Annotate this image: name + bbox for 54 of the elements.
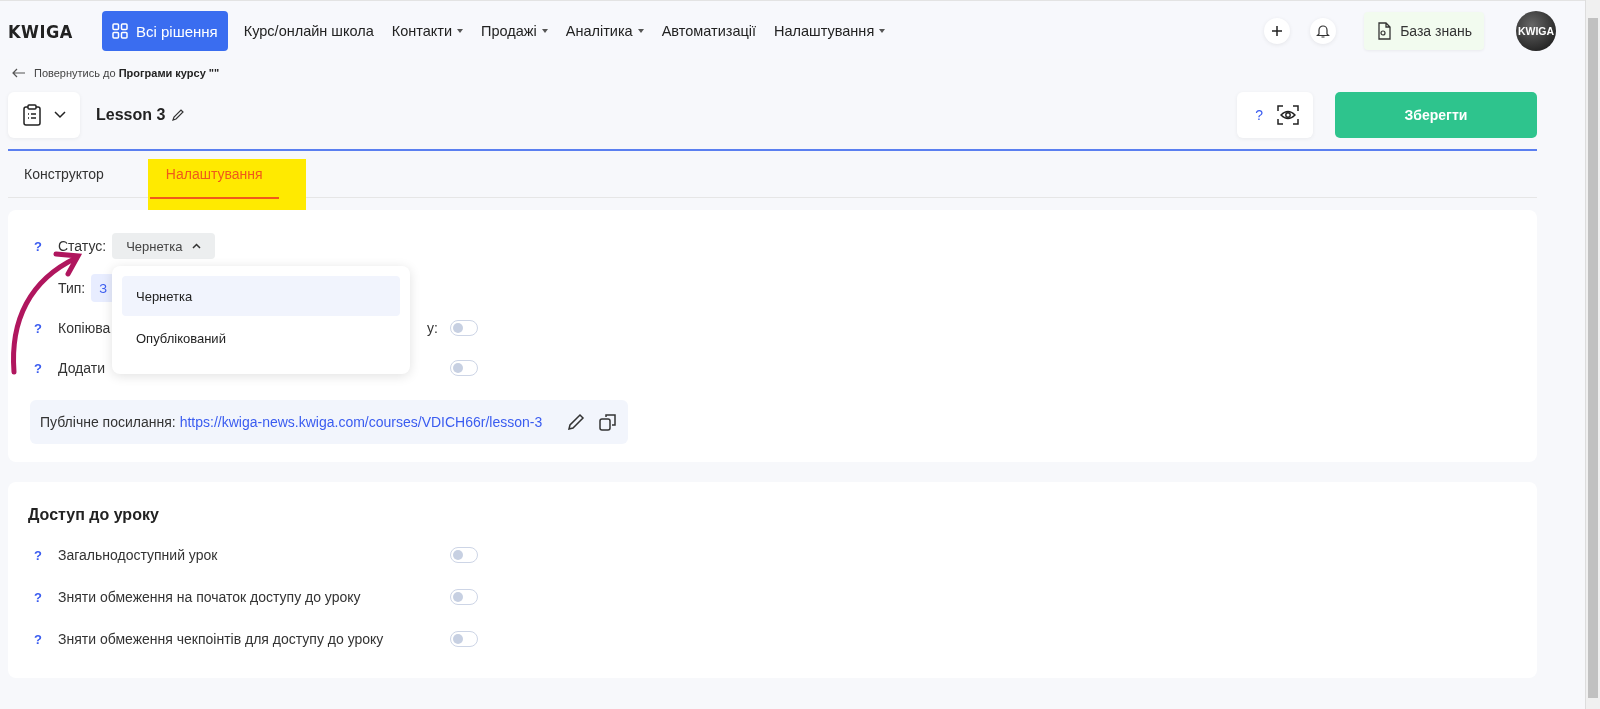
help-icon[interactable]: ? [34, 631, 58, 647]
content-type-dropdown[interactable] [8, 92, 80, 138]
scrollbar[interactable] [1585, 0, 1600, 709]
nav-menu-item[interactable]: Налаштування [774, 23, 886, 39]
field-label: Додати [58, 360, 105, 376]
toggle-switch[interactable] [450, 631, 478, 647]
copy-icon[interactable] [598, 412, 618, 432]
nav-menu-item[interactable]: Продажі [481, 23, 548, 39]
notifications-button[interactable] [1310, 18, 1337, 44]
field-label: Загальнодоступний урок [58, 547, 218, 563]
toggle-switch[interactable] [450, 320, 478, 336]
knowledge-base-button[interactable]: База знань [1364, 12, 1484, 50]
grid-icon [112, 23, 128, 39]
help-icon[interactable]: ? [34, 360, 58, 376]
logo[interactable]: KWIGA [8, 20, 102, 42]
help-icon[interactable]: ? [34, 320, 58, 336]
eye-icon[interactable] [1277, 105, 1299, 125]
status-option[interactable]: Чернетка [122, 276, 400, 316]
toggle-switch[interactable] [450, 589, 478, 605]
pencil-icon[interactable] [566, 412, 586, 432]
add-button[interactable] [1264, 18, 1291, 44]
back-link[interactable]: Повернутись до Програми курсу "" [34, 67, 220, 79]
chevron-down-icon [54, 111, 66, 119]
bell-icon [1315, 23, 1332, 39]
status-label: Статус: [58, 238, 107, 254]
plus-icon [1271, 25, 1284, 37]
toggle-switch[interactable] [450, 360, 478, 376]
nav-menu-item[interactable]: Курс/онлайн школа [243, 23, 374, 39]
public-link-label: Публічне посилання: [40, 414, 176, 430]
field-label: Копіюва [58, 320, 111, 336]
help-button[interactable]: ? [1255, 107, 1263, 123]
public-link[interactable]: https://kwiga-news.kwiga.com/courses/VDICH66r/lesson-3 [179, 414, 543, 430]
field-label: Зняти обмеження чекпоінтів для доступу до уроку [58, 631, 384, 647]
tab[interactable]: Конструктор [8, 151, 120, 197]
help-icon[interactable]: ? [34, 547, 58, 563]
user-avatar[interactable]: KWIGA [1516, 11, 1556, 51]
toggle-switch[interactable] [450, 547, 478, 563]
field-label: Тип: [58, 280, 86, 296]
lesson-title: Lesson 3 [96, 106, 166, 124]
document-search-icon [1376, 22, 1393, 40]
pencil-icon[interactable] [171, 108, 186, 122]
help-icon[interactable]: ? [34, 589, 58, 605]
field-label: у: [427, 320, 438, 336]
clipboard-icon [22, 104, 42, 126]
status-dropdown[interactable]: Чернетка [112, 233, 216, 259]
back-arrow-icon[interactable] [12, 68, 26, 78]
section-title: Доступ до уроку [27, 506, 160, 525]
field-label: Зняти обмеження на початок доступу до уроку [58, 589, 361, 605]
nav-menu-item[interactable]: Аналітика [565, 23, 644, 39]
nav-menu-item[interactable]: Контакти [391, 23, 464, 39]
chevron-icon [192, 243, 202, 249]
help-icon[interactable]: ? [34, 238, 58, 254]
all-solutions-button[interactable]: Всі рішення [102, 11, 228, 51]
nav-menu-item[interactable]: Автоматизації [661, 23, 756, 39]
